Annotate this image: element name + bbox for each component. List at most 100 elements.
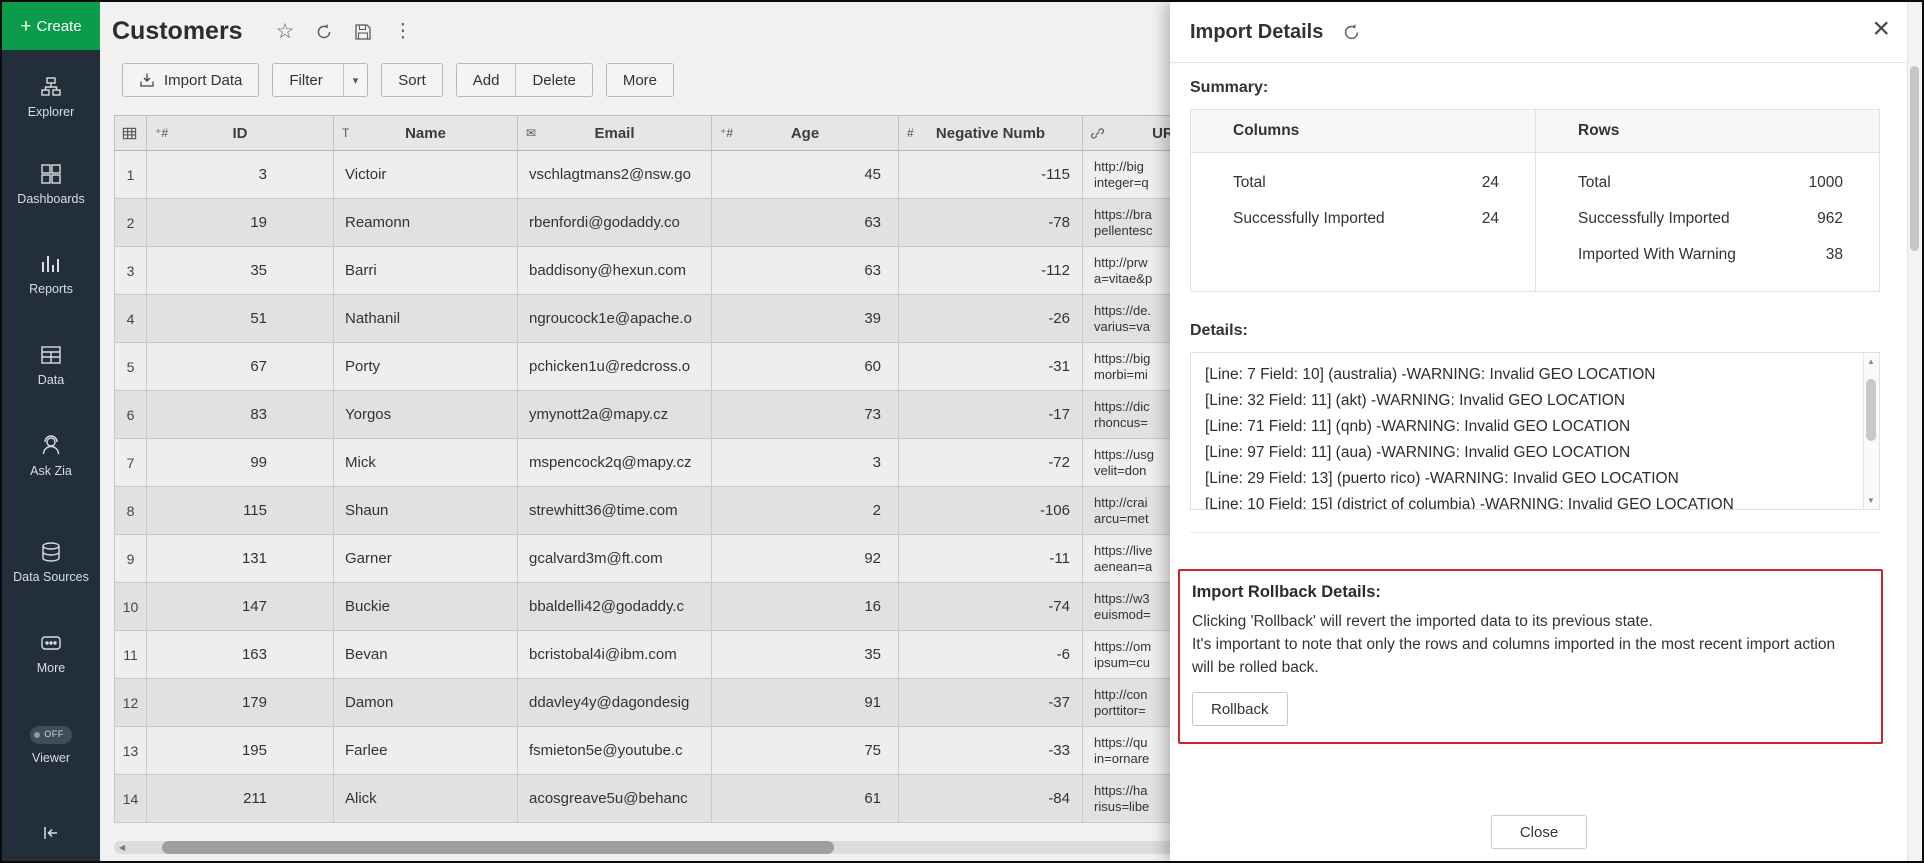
sidebar-item-dashboards[interactable]: Dashboards bbox=[17, 163, 84, 208]
row-number-cell[interactable]: 4 bbox=[115, 295, 147, 343]
panel-scrollbar-thumb[interactable] bbox=[1910, 66, 1919, 251]
viewer-off-toggle[interactable]: OFF bbox=[30, 726, 72, 743]
negative-number-cell[interactable]: -11 bbox=[899, 535, 1083, 583]
id-cell[interactable]: 131 bbox=[147, 535, 334, 583]
row-number-cell[interactable]: 11 bbox=[115, 631, 147, 679]
negative-number-cell[interactable]: -17 bbox=[899, 391, 1083, 439]
add-button[interactable]: Add bbox=[457, 64, 516, 96]
email-cell[interactable]: bcristobal4i@ibm.com bbox=[518, 631, 712, 679]
age-cell[interactable]: 60 bbox=[712, 343, 899, 391]
column-header-email[interactable]: ✉ Email bbox=[518, 116, 712, 150]
chevron-down-icon[interactable]: ▾ bbox=[343, 64, 368, 96]
row-number-cell[interactable]: 7 bbox=[115, 439, 147, 487]
id-cell[interactable]: 51 bbox=[147, 295, 334, 343]
name-cell[interactable]: Damon bbox=[334, 679, 518, 727]
negative-number-cell[interactable]: -6 bbox=[899, 631, 1083, 679]
row-number-cell[interactable]: 12 bbox=[115, 679, 147, 727]
name-cell[interactable]: Barri bbox=[334, 247, 518, 295]
close-panel-icon[interactable]: × bbox=[1872, 14, 1890, 44]
email-cell[interactable]: pchicken1u@redcross.o bbox=[518, 343, 712, 391]
email-cell[interactable]: gcalvard3m@ft.com bbox=[518, 535, 712, 583]
age-cell[interactable]: 39 bbox=[712, 295, 899, 343]
details-scrollbar-thumb[interactable] bbox=[1866, 379, 1876, 441]
age-cell[interactable]: 91 bbox=[712, 679, 899, 727]
sidebar-item-ask-zia[interactable]: Ask Zia bbox=[30, 435, 72, 480]
negative-number-cell[interactable]: -33 bbox=[899, 727, 1083, 775]
age-cell[interactable]: 35 bbox=[712, 631, 899, 679]
id-cell[interactable]: 83 bbox=[147, 391, 334, 439]
filter-button[interactable]: Filter ▾ bbox=[272, 63, 368, 97]
negative-number-cell[interactable]: -78 bbox=[899, 199, 1083, 247]
negative-number-cell[interactable]: -72 bbox=[899, 439, 1083, 487]
delete-button[interactable]: Delete bbox=[515, 64, 591, 96]
sidebar-item-more[interactable]: More bbox=[37, 632, 65, 677]
negative-number-cell[interactable]: -84 bbox=[899, 775, 1083, 823]
email-cell[interactable]: bbaldelli42@godaddy.c bbox=[518, 583, 712, 631]
sidebar-item-data-sources[interactable]: Data Sources bbox=[13, 541, 89, 586]
create-button[interactable]: + Create bbox=[2, 2, 100, 50]
age-cell[interactable]: 45 bbox=[712, 151, 899, 199]
row-number-cell[interactable]: 5 bbox=[115, 343, 147, 391]
email-cell[interactable]: ddavley4y@dagondesig bbox=[518, 679, 712, 727]
negative-number-cell[interactable]: -106 bbox=[899, 487, 1083, 535]
scroll-up-icon[interactable]: ▲ bbox=[1867, 357, 1875, 366]
rollback-button[interactable]: Rollback bbox=[1192, 692, 1288, 726]
name-cell[interactable]: Nathanil bbox=[334, 295, 518, 343]
panel-refresh-icon[interactable] bbox=[1342, 23, 1361, 42]
id-cell[interactable]: 67 bbox=[147, 343, 334, 391]
age-cell[interactable]: 16 bbox=[712, 583, 899, 631]
row-number-cell[interactable]: 6 bbox=[115, 391, 147, 439]
id-cell[interactable]: 115 bbox=[147, 487, 334, 535]
import-data-button[interactable]: Import Data bbox=[122, 63, 259, 97]
email-cell[interactable]: rbenfordi@godaddy.co bbox=[518, 199, 712, 247]
email-cell[interactable]: ngroucock1e@apache.o bbox=[518, 295, 712, 343]
close-button[interactable]: Close bbox=[1491, 815, 1587, 849]
sidebar-item-reports[interactable]: Reports bbox=[29, 253, 73, 298]
email-cell[interactable]: mspencock2q@mapy.cz bbox=[518, 439, 712, 487]
email-cell[interactable]: strewhitt36@time.com bbox=[518, 487, 712, 535]
id-cell[interactable]: 19 bbox=[147, 199, 334, 247]
name-cell[interactable]: Alick bbox=[334, 775, 518, 823]
name-cell[interactable]: Mick bbox=[334, 439, 518, 487]
scroll-left-icon[interactable]: ◀ bbox=[119, 843, 125, 852]
horizontal-scrollbar[interactable]: ◀ bbox=[114, 841, 1174, 854]
id-cell[interactable]: 99 bbox=[147, 439, 334, 487]
row-number-cell[interactable]: 9 bbox=[115, 535, 147, 583]
name-cell[interactable]: Yorgos bbox=[334, 391, 518, 439]
row-number-cell[interactable]: 1 bbox=[115, 151, 147, 199]
id-cell[interactable]: 211 bbox=[147, 775, 334, 823]
negative-number-cell[interactable]: -115 bbox=[899, 151, 1083, 199]
negative-number-cell[interactable]: -74 bbox=[899, 583, 1083, 631]
row-number-cell[interactable]: 2 bbox=[115, 199, 147, 247]
id-cell[interactable]: 35 bbox=[147, 247, 334, 295]
favorite-star-icon[interactable]: ☆ bbox=[276, 21, 295, 42]
refresh-icon[interactable] bbox=[315, 23, 333, 41]
name-cell[interactable]: Victoir bbox=[334, 151, 518, 199]
row-number-cell[interactable]: 13 bbox=[115, 727, 147, 775]
name-cell[interactable]: Shaun bbox=[334, 487, 518, 535]
age-cell[interactable]: 2 bbox=[712, 487, 899, 535]
email-cell[interactable]: vschlagtmans2@nsw.go bbox=[518, 151, 712, 199]
negative-number-cell[interactable]: -31 bbox=[899, 343, 1083, 391]
email-cell[interactable]: acosgreave5u@behanc bbox=[518, 775, 712, 823]
name-cell[interactable]: Buckie bbox=[334, 583, 518, 631]
row-number-cell[interactable]: 10 bbox=[115, 583, 147, 631]
id-cell[interactable]: 195 bbox=[147, 727, 334, 775]
age-cell[interactable]: 73 bbox=[712, 391, 899, 439]
age-cell[interactable]: 75 bbox=[712, 727, 899, 775]
email-cell[interactable]: fsmieton5e@youtube.c bbox=[518, 727, 712, 775]
row-number-cell[interactable]: 3 bbox=[115, 247, 147, 295]
id-cell[interactable]: 163 bbox=[147, 631, 334, 679]
column-header-name[interactable]: T Name bbox=[334, 116, 518, 150]
age-cell[interactable]: 63 bbox=[712, 247, 899, 295]
age-cell[interactable]: 3 bbox=[712, 439, 899, 487]
email-cell[interactable]: baddisony@hexun.com bbox=[518, 247, 712, 295]
id-cell[interactable]: 179 bbox=[147, 679, 334, 727]
panel-scrollbar[interactable] bbox=[1907, 2, 1922, 861]
save-icon[interactable] bbox=[354, 23, 372, 41]
negative-number-cell[interactable]: -26 bbox=[899, 295, 1083, 343]
row-number-cell[interactable]: 8 bbox=[115, 487, 147, 535]
negative-number-cell[interactable]: -37 bbox=[899, 679, 1083, 727]
name-cell[interactable]: Reamonn bbox=[334, 199, 518, 247]
sort-button[interactable]: Sort bbox=[381, 63, 443, 97]
